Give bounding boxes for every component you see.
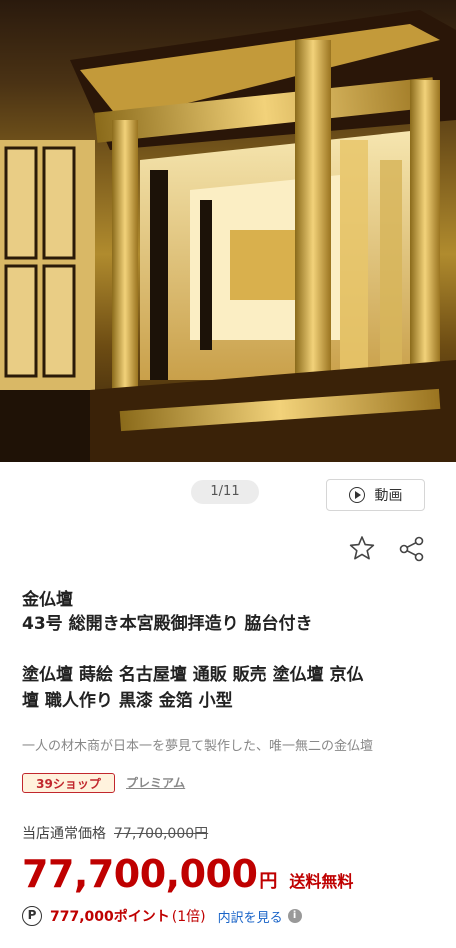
product-title: 金仏壇 43号 総開き本宮殿御拝造り 脇台付き [22,588,434,636]
free-shipping-label: 送料無料 [289,872,354,891]
product-subtitle: 塗仏壇 蒔絵 名古屋壇 通販 販売 塗仏壇 京仏 壇 職人作り 黒漆 金箔 小型 [22,662,434,714]
image-pager: 1/11 [191,480,259,504]
premium-badge: プレミアム [126,776,186,790]
product-image[interactable] [0,0,456,462]
point-icon: P [22,906,42,926]
regular-price-value: 77,700,000円 [114,826,209,842]
price-value: 77,700,000 [22,852,258,896]
shop-39-badge: 39ショップ [22,773,115,793]
share-icon[interactable] [398,535,426,563]
product-subtitle-line2: 壇 職人作り 黒漆 金箔 小型 [22,691,233,711]
play-icon [348,487,365,503]
points-multiplier: (1倍) [171,909,206,925]
price-currency: 円 [259,871,278,892]
product-title-line2: 43号 総開き本宮殿御拝造り 脇台付き [22,614,313,634]
product-description: 一人の材木商が日本一を夢見て製作した、唯一無二の金仏壇 [22,739,374,754]
info-icon[interactable]: i [287,909,302,923]
sale-price: 77,700,000 円 送料無料 [22,852,353,896]
video-button-label: 動画 [374,488,403,504]
points-row: P 777,000ポイント (1倍) 内訳を見る i [22,906,302,926]
regular-price-label: 当店通常価格 [22,826,106,842]
product-subtitle-line1: 塗仏壇 蒔絵 名古屋壇 通販 販売 塗仏壇 京仏 [22,665,364,685]
regular-price: 当店通常価格 77,700,000円 [22,823,208,843]
video-button[interactable]: 動画 [326,479,425,511]
star-icon[interactable] [348,534,376,562]
points-value: 777,000ポイント [50,909,170,925]
product-title-line1: 金仏壇 [22,590,73,610]
points-breakdown-link[interactable]: 内訳を見る [218,907,283,926]
